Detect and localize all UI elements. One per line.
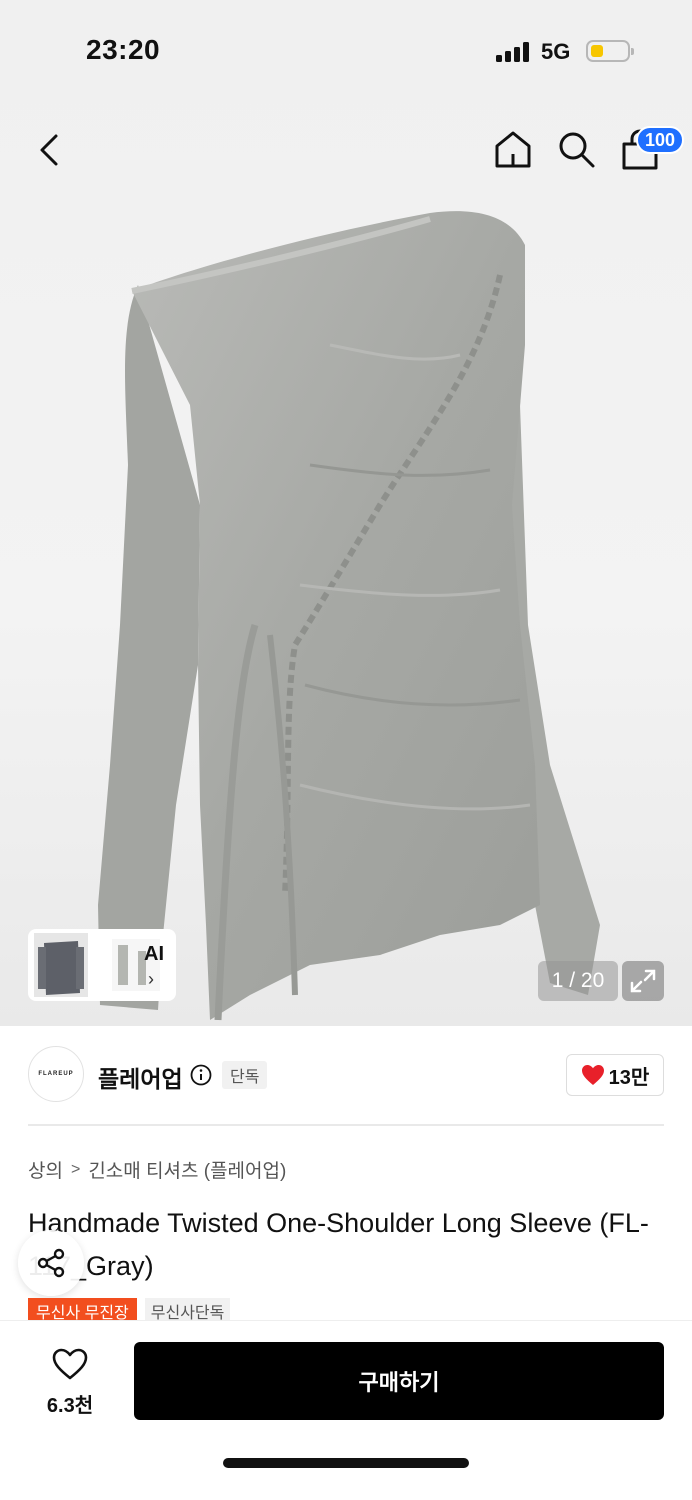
battery-icon	[586, 40, 634, 62]
status-time: 23:20	[86, 34, 161, 65]
info-icon[interactable]	[190, 1064, 212, 1086]
home-indicator	[223, 1458, 469, 1468]
product-image[interactable]	[80, 205, 600, 1025]
wishlist-count: 6.3천	[46, 1395, 94, 1417]
chevron-right-icon: ›	[148, 969, 154, 989]
status-bar: 23:20 5G	[0, 0, 692, 100]
brand-like-count: 13만	[608, 1066, 650, 1089]
search-icon[interactable]	[555, 128, 597, 170]
breadcrumb: 상의 > 긴소매 티셔츠 (플레어업)	[28, 1156, 286, 1183]
bottom-action-bar: 6.3천 구매하기	[0, 1320, 692, 1500]
brand-logo[interactable]: FLAREUP	[28, 1046, 84, 1102]
share-icon	[37, 1248, 65, 1278]
back-icon[interactable]	[30, 130, 70, 170]
share-button[interactable]	[18, 1230, 84, 1296]
product-title: Handmade Twisted One-Shoulder Long Sleev…	[28, 1208, 649, 1281]
breadcrumb-category[interactable]: 상의	[28, 1156, 63, 1183]
cart-count-badge: 100	[636, 126, 685, 154]
image-counter: 1 / 20	[538, 961, 618, 1001]
ai-recommendation-card[interactable]: AI ›	[28, 929, 176, 1001]
ai-label: AI	[144, 943, 164, 965]
expand-icon[interactable]	[622, 961, 664, 1001]
heart-outline-icon	[52, 1348, 88, 1380]
exclusive-badge: 단독	[222, 1061, 268, 1089]
brand-name[interactable]: 플레어업	[98, 1060, 183, 1094]
divider	[28, 1124, 664, 1126]
home-icon[interactable]	[492, 128, 534, 170]
breadcrumb-subcategory[interactable]: 긴소매 티셔츠 (플레어업)	[88, 1156, 286, 1183]
chevron-right-icon: >	[70, 1160, 81, 1178]
product-gallery[interactable]: 23:20 5G 100 AI › 1 / 20	[0, 0, 692, 1026]
network-label: 5G	[541, 39, 571, 64]
wishlist-button[interactable]: 6.3천	[34, 1347, 106, 1417]
brand-row: FLAREUP 플레어업 단독 13만	[0, 1026, 692, 1126]
thumbnail-image	[34, 933, 88, 997]
buy-button[interactable]: 구매하기	[134, 1342, 664, 1420]
heart-filled-icon	[581, 1065, 604, 1085]
signal-icon	[496, 42, 532, 62]
brand-like-button[interactable]: 13만	[566, 1054, 664, 1096]
